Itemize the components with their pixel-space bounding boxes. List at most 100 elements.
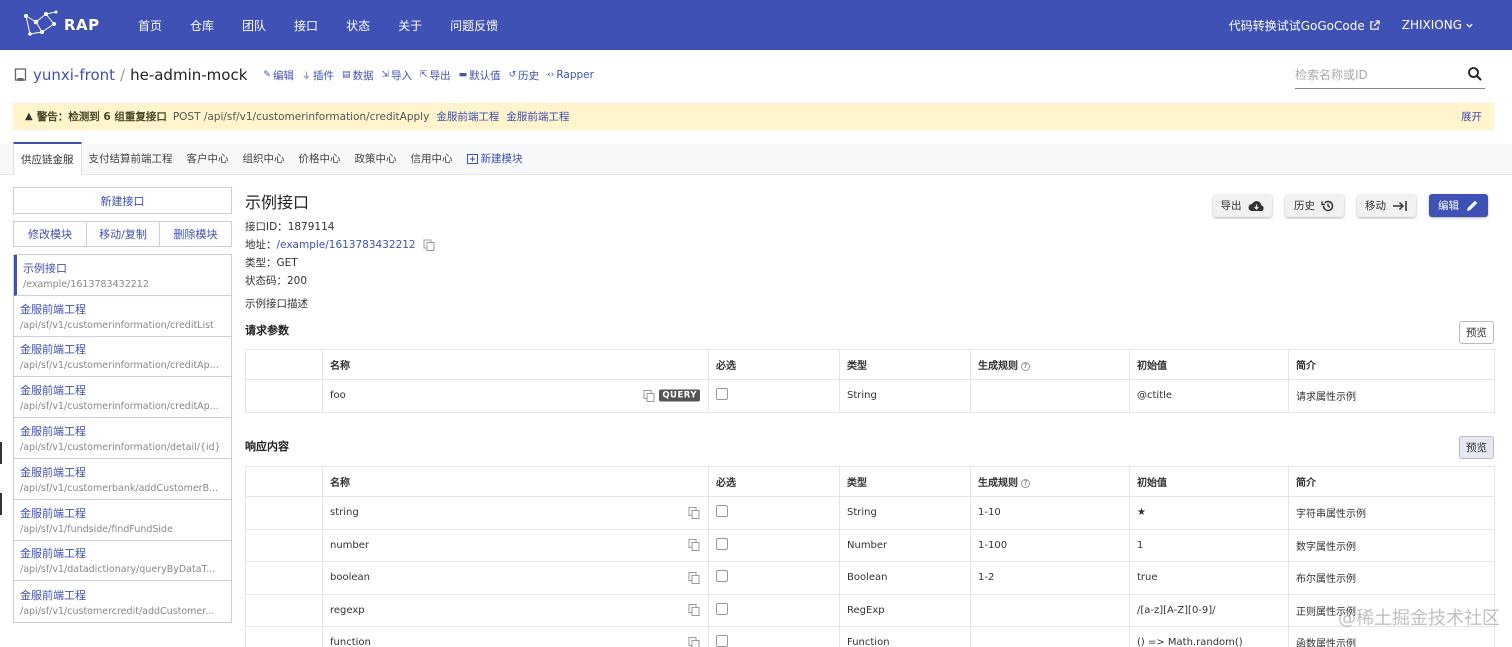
copy-icon[interactable] [688, 506, 700, 519]
user-menu[interactable]: ZHIXIONG [1402, 18, 1474, 32]
interface-name: 金服前端工程 [20, 547, 86, 561]
list-item[interactable]: 示例接口/example/1613783432212 [14, 255, 231, 296]
required-checkbox[interactable] [716, 537, 728, 550]
field-desc: 布尔属性示例 [1288, 561, 1495, 595]
copy-icon[interactable] [688, 636, 700, 647]
repo-defaults-button[interactable]: ▬ 默认值 [459, 68, 501, 83]
copy-icon[interactable] [688, 539, 700, 552]
nav-item-interface[interactable]: 接口 [294, 17, 318, 34]
param-name-cell: foo QUERY [322, 379, 709, 413]
list-item[interactable]: 金服前端工程/api/sf/v1/customerinformation/det… [14, 418, 231, 459]
delete-module-button[interactable]: 删除模块 [159, 221, 232, 247]
repo-export-button[interactable]: ⇱ 导出 [420, 68, 451, 83]
move-copy-button[interactable]: 移动/复制 [86, 221, 160, 247]
tab-price-center[interactable]: 价格中心 [292, 151, 348, 174]
repo-edit-button[interactable]: ✎ 编辑 [263, 68, 294, 83]
copy-icon[interactable] [423, 239, 435, 251]
help-icon[interactable]: ? [1021, 478, 1030, 488]
warning-interface: POST /api/sf/v1/customerinformation/cred… [172, 110, 430, 123]
tab-org-center[interactable]: 组织中心 [236, 151, 292, 174]
row-spacer [245, 561, 323, 595]
edit-button[interactable]: 编辑 [1429, 194, 1488, 217]
move-button[interactable]: 移动 [1357, 194, 1416, 217]
required-cell [708, 561, 840, 595]
list-item[interactable]: 金服前端工程/api/sf/v1/customerinformation/cre… [14, 337, 231, 378]
history-button[interactable]: 历史 [1285, 194, 1344, 217]
interface-url: /api/sf/v1/datadictionary/queryByDataT..… [20, 564, 216, 576]
copy-icon[interactable] [643, 389, 655, 402]
field-tools [688, 506, 700, 519]
warning-link-2[interactable]: 金服前端工程 [506, 109, 569, 124]
repo-import-button[interactable]: ⇲ 导入 [381, 68, 412, 83]
new-interface-button[interactable]: 新建接口 [13, 187, 232, 214]
top-nav: RAP 首页 仓库 团队 接口 状态 关于 问题反馈 代码转换试试GoGoCod… [0, 0, 1512, 50]
search-input[interactable] [1295, 67, 1455, 82]
copy-icon[interactable] [688, 571, 700, 584]
repo-rapper-button[interactable]: ‹› Rapper [547, 69, 594, 81]
repository-icon [14, 68, 27, 81]
repo-history-button[interactable]: ↺ 历史 [509, 68, 540, 83]
column-header-required: 必选 [708, 349, 840, 380]
required-checkbox[interactable] [716, 635, 728, 647]
field-desc: 数字属性示例 [1288, 528, 1495, 562]
required-checkbox[interactable] [716, 602, 728, 615]
interface-url: /api/sf/v1/customerinformation/creditAp.… [20, 360, 219, 372]
repo-plugin-button[interactable]: ⏚ 插件 [302, 68, 334, 83]
required-checkbox[interactable] [716, 505, 728, 518]
search-icon[interactable] [1467, 66, 1483, 82]
nav-item-repository[interactable]: 仓库 [190, 17, 214, 34]
tab-policy-center[interactable]: 政策中心 [348, 151, 404, 174]
nav-item-team[interactable]: 团队 [242, 17, 266, 34]
required-cell [708, 626, 840, 647]
interface-status: 200 [287, 275, 308, 287]
required-cell [708, 528, 840, 562]
interface-name: 金服前端工程 [20, 343, 86, 357]
required-checkbox[interactable] [716, 570, 728, 583]
required-checkbox[interactable] [716, 388, 728, 401]
tab-payment-settlement[interactable]: 支付结算前端工程 [82, 151, 180, 174]
param-tools: QUERY [643, 389, 700, 402]
list-item[interactable]: 金服前端工程/api/sf/v1/datadictionary/queryByD… [14, 541, 231, 582]
modify-module-button[interactable]: 修改模块 [13, 221, 87, 247]
request-preview-button[interactable]: 预览 [1459, 321, 1494, 344]
add-module-icon [466, 153, 478, 164]
nav-item-feedback[interactable]: 问题反馈 [450, 17, 498, 34]
tab-customer-center[interactable]: 客户中心 [180, 151, 236, 174]
field-rule: 1-100 [970, 528, 1130, 562]
rap-logo[interactable]: RAP [22, 0, 106, 50]
interface-name: 示例接口 [23, 261, 67, 275]
nav-item-status[interactable]: 状态 [346, 17, 370, 34]
copy-icon[interactable] [688, 604, 700, 617]
nav-item-home[interactable]: 首页 [138, 17, 162, 34]
table-header-row: 名称 必选 类型 生成规则? 初始值 简介 [245, 466, 1495, 497]
tab-new-module[interactable]: 新建模块 [460, 151, 530, 174]
repo-import-label: 导入 [391, 69, 413, 82]
help-icon[interactable]: ? [1021, 361, 1030, 371]
interface-url-link[interactable]: /example/1613783432212 [277, 239, 416, 251]
repo-data-button[interactable]: ▤ 数据 [342, 68, 374, 83]
response-preview-button[interactable]: 预览 [1459, 436, 1494, 459]
repo-org-link[interactable]: yunxi-front [33, 66, 115, 84]
interface-url: /example/1613783432212 [23, 278, 149, 290]
list-item[interactable]: 金服前端工程/api/sf/v1/customercredit/addCusto… [14, 581, 231, 622]
required-cell [708, 593, 840, 627]
defaults-icon: ▬ [458, 70, 468, 80]
list-item[interactable]: 金服前端工程/api/sf/v1/customerbank/addCustome… [14, 459, 231, 500]
nav-item-about[interactable]: 关于 [398, 17, 422, 34]
repo-actions: ✎ 编辑 ⏚ 插件 ▤ 数据 ⇲ 导入 ⇱ 导出 ▬ 默认值 ↺ 历史 ‹› Rapper [255, 68, 594, 83]
tab-supply-chain-finance[interactable]: 供应链金服 [13, 142, 82, 175]
tab-credit-center[interactable]: 信用中心 [404, 151, 460, 174]
warning-link-1[interactable]: 金服前端工程 [436, 109, 499, 124]
list-item[interactable]: 金服前端工程/api/sf/v1/customerinformation/cre… [14, 377, 231, 419]
list-item[interactable]: 金服前端工程/api/sf/v1/customerinformation/cre… [14, 296, 231, 337]
warning-expand-button[interactable]: 展开 [1461, 109, 1482, 124]
export-button[interactable]: 导出 [1213, 194, 1272, 217]
interface-status-label: 状态码： [245, 275, 287, 287]
gogocode-link[interactable]: 代码转换试试GoGoCode [1229, 17, 1380, 34]
interface-url: /api/sf/v1/customerinformation/creditLis… [20, 319, 214, 331]
param-type: String [839, 379, 971, 413]
field-name-cell: string [322, 496, 709, 530]
scroll-marker [0, 442, 2, 464]
list-item[interactable]: 金服前端工程/api/sf/v1/fundside/findFundSide [14, 500, 231, 541]
network-logo-icon [24, 10, 58, 36]
